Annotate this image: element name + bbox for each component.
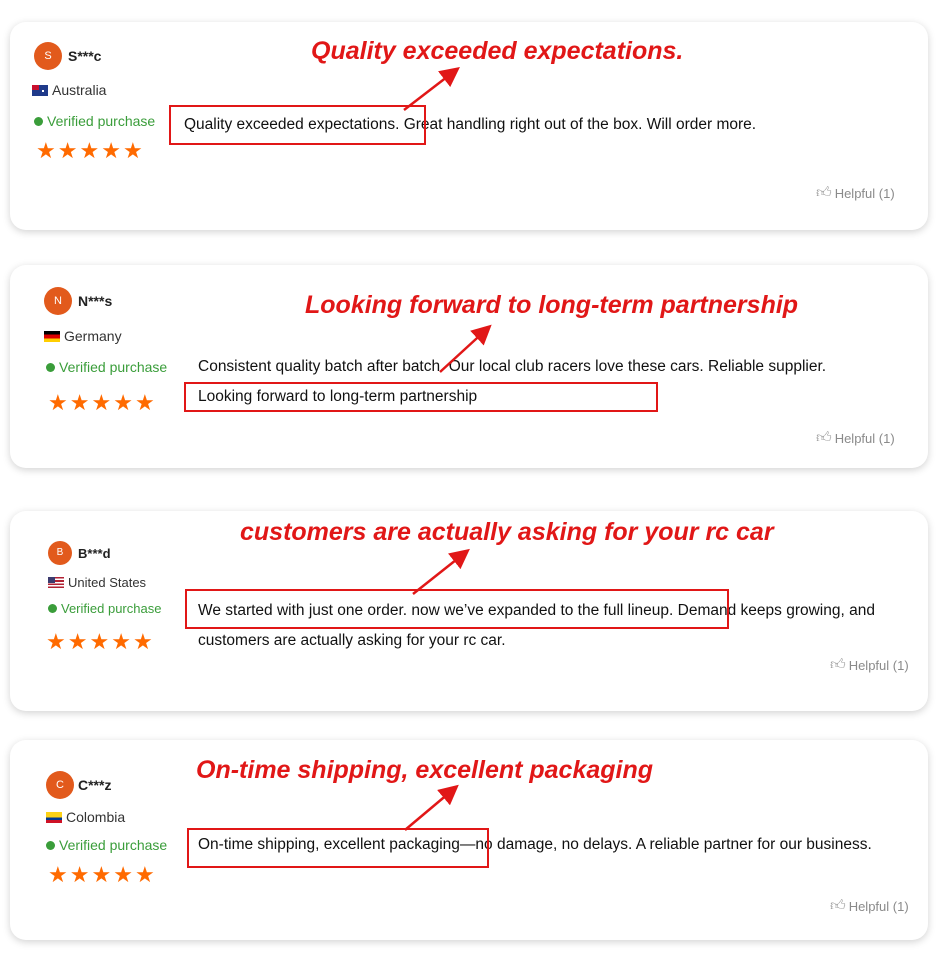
verified-label: Verified purchase <box>59 359 168 375</box>
reviewer-name: N***s <box>78 293 113 309</box>
country-label: Australia <box>52 82 107 98</box>
star-icon: ★ <box>48 862 68 887</box>
country-label: Colombia <box>66 809 126 825</box>
highlight-box <box>185 589 729 629</box>
highlight-box <box>187 828 489 868</box>
helpful-button[interactable]: 👍︎ Helpful (1) <box>816 429 895 447</box>
country-label: Germany <box>64 328 122 344</box>
star-icon: ★ <box>67 629 88 654</box>
helpful-label: Helpful (1) <box>834 430 895 446</box>
verified-check-icon <box>34 116 43 126</box>
reviewer-country: United States <box>48 575 146 590</box>
reviewer-country: Australia <box>32 82 106 98</box>
star-rating: ★ ★ ★ ★ ★ <box>46 631 153 653</box>
star-icon: ★ <box>101 138 121 163</box>
helpful-button[interactable]: 👍︎ Helpful (1) <box>830 897 909 915</box>
star-icon: ★ <box>122 138 143 163</box>
country-label: United States <box>68 575 147 590</box>
helpful-label: Helpful (1) <box>834 185 895 201</box>
star-icon: ★ <box>132 629 153 654</box>
avatar: C <box>46 771 74 799</box>
avatar: N <box>44 287 72 315</box>
helpful-label: Helpful (1) <box>848 657 909 673</box>
star-icon: ★ <box>134 390 155 415</box>
thumbs-up-icon: 👍︎ <box>830 656 846 673</box>
verified-label: Verified purchase <box>59 837 168 853</box>
star-rating: ★ ★ ★ ★ ★ <box>48 392 155 414</box>
reviewer-country: Germany <box>44 328 122 344</box>
verified-check-icon <box>46 840 55 850</box>
star-icon: ★ <box>46 629 66 654</box>
star-icon: ★ <box>48 390 68 415</box>
reviewer-name: B***d <box>78 546 111 561</box>
star-icon: ★ <box>91 390 112 415</box>
star-icon: ★ <box>113 862 133 887</box>
highlight-box <box>184 382 658 412</box>
reviewer-name: S***c <box>68 48 102 64</box>
star-rating: ★ ★ ★ ★ ★ <box>36 140 143 162</box>
flag-germany-icon <box>44 330 60 342</box>
flag-us-icon <box>48 577 64 588</box>
verified-check-icon <box>48 604 57 613</box>
annotation-heading: On-time shipping, excellent packaging <box>196 756 654 784</box>
star-icon: ★ <box>69 862 90 887</box>
annotation-heading: Looking forward to long-term partnership <box>305 291 799 319</box>
thumbs-up-icon: 👍︎ <box>816 184 832 201</box>
annotation-heading: Quality exceeded expectations. <box>311 37 684 65</box>
thumbs-up-icon: 👍︎ <box>816 429 832 446</box>
helpful-button[interactable]: 👍︎ Helpful (1) <box>816 184 895 202</box>
thumbs-up-icon: 👍︎ <box>830 897 846 914</box>
star-icon: ★ <box>113 390 133 415</box>
verified-check-icon <box>46 362 55 372</box>
star-rating: ★ ★ ★ ★ ★ <box>48 864 155 886</box>
verified-label: Verified purchase <box>61 601 162 616</box>
star-icon: ★ <box>79 138 100 163</box>
star-icon: ★ <box>69 390 90 415</box>
highlight-box <box>169 105 426 145</box>
flag-colombia-icon <box>46 811 62 823</box>
helpful-label: Helpful (1) <box>848 898 909 914</box>
verified-badge: Verified purchase <box>34 113 155 129</box>
star-icon: ★ <box>36 138 56 163</box>
star-icon: ★ <box>89 629 110 654</box>
star-icon: ★ <box>57 138 78 163</box>
flag-australia-icon <box>32 84 48 96</box>
review-line: Consistent quality batch after batch. Ou… <box>198 358 827 375</box>
verified-badge: Verified purchase <box>48 601 161 616</box>
annotation-heading: customers are actually asking for your r… <box>240 518 774 546</box>
avatar: B <box>48 541 72 565</box>
verified-badge: Verified purchase <box>46 837 167 853</box>
reviewer-name: C***z <box>78 777 112 793</box>
verified-label: Verified purchase <box>47 113 156 129</box>
reviewer-country: Colombia <box>46 809 125 825</box>
star-icon: ★ <box>134 862 155 887</box>
verified-badge: Verified purchase <box>46 359 167 375</box>
review-line: customers are actually asking for your r… <box>198 632 506 649</box>
avatar: S <box>34 42 62 70</box>
star-icon: ★ <box>111 629 131 654</box>
helpful-button[interactable]: 👍︎ Helpful (1) <box>830 656 909 674</box>
star-icon: ★ <box>91 862 112 887</box>
